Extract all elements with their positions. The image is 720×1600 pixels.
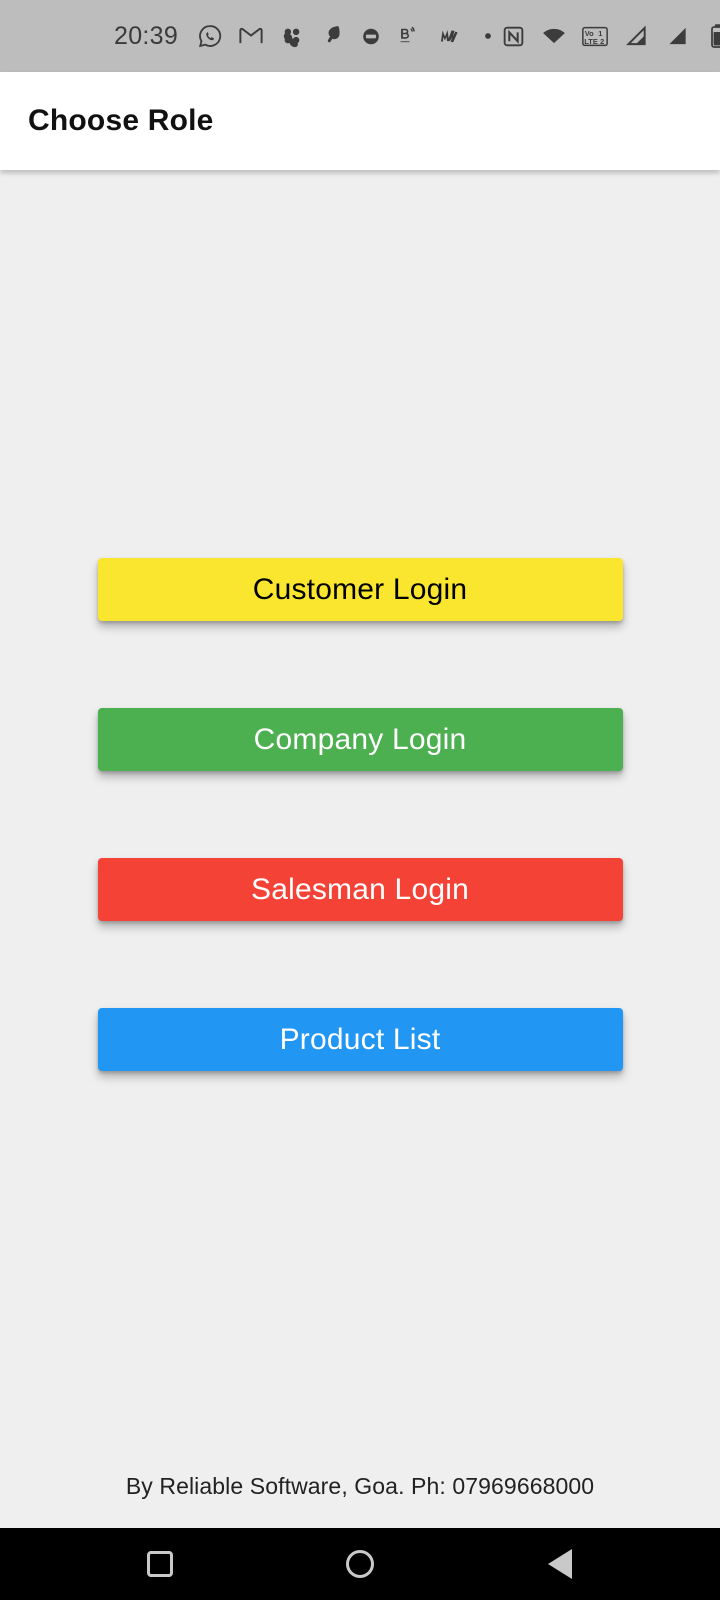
triangle-back-icon <box>548 1549 572 1579</box>
svg-text:LTE: LTE <box>584 36 598 45</box>
battery-icon <box>704 22 720 50</box>
messaging-app-icon <box>360 25 382 47</box>
svg-text:2: 2 <box>600 36 604 45</box>
status-bar-right: Vo 1 LTE 2 <box>499 22 720 50</box>
gmail-icon <box>237 22 265 50</box>
phone-screen: 20:39 Vo 1 LTE 2 Choose Role Customer Lo… <box>0 0 720 1600</box>
volte-icon: Vo 1 LTE 2 <box>581 22 609 50</box>
signal-sim2-icon <box>663 22 691 50</box>
dot-icon <box>477 25 499 47</box>
nfc-icon <box>499 22 527 50</box>
lightning-app-icon <box>319 22 347 50</box>
product-list-button[interactable]: Product List <box>97 1008 623 1071</box>
home-button[interactable] <box>325 1528 395 1600</box>
status-bar: 20:39 Vo 1 LTE 2 <box>0 0 720 72</box>
customer-login-button[interactable]: Customer Login <box>97 558 623 621</box>
main-content: Customer Login Company Login Salesman Lo… <box>0 170 720 1528</box>
flipkart-icon <box>278 22 306 50</box>
whatsapp-icon <box>196 22 224 50</box>
company-login-button[interactable]: Company Login <box>97 708 623 771</box>
salesman-login-button[interactable]: Salesman Login <box>97 858 623 921</box>
signal-sim1-icon <box>622 22 650 50</box>
back-button[interactable] <box>525 1528 595 1600</box>
role-button-list: Customer Login Company Login Salesman Lo… <box>0 558 720 1071</box>
android-navigation-bar <box>0 1528 720 1600</box>
status-bar-clock: 20:39 <box>114 21 179 50</box>
wifi-icon <box>540 22 568 50</box>
circle-icon <box>346 1550 374 1578</box>
footer-credit: By Reliable Software, Goa. Ph: 079696680… <box>125 1473 595 1499</box>
app-bar: Choose Role <box>0 72 720 170</box>
square-icon <box>147 1551 173 1577</box>
status-bar-left: 20:39 <box>22 22 499 51</box>
bluetooth-share-icon <box>395 22 423 50</box>
page-title: Choose Role <box>28 104 214 137</box>
recents-button[interactable] <box>125 1528 195 1600</box>
myjio-icon <box>436 22 464 50</box>
